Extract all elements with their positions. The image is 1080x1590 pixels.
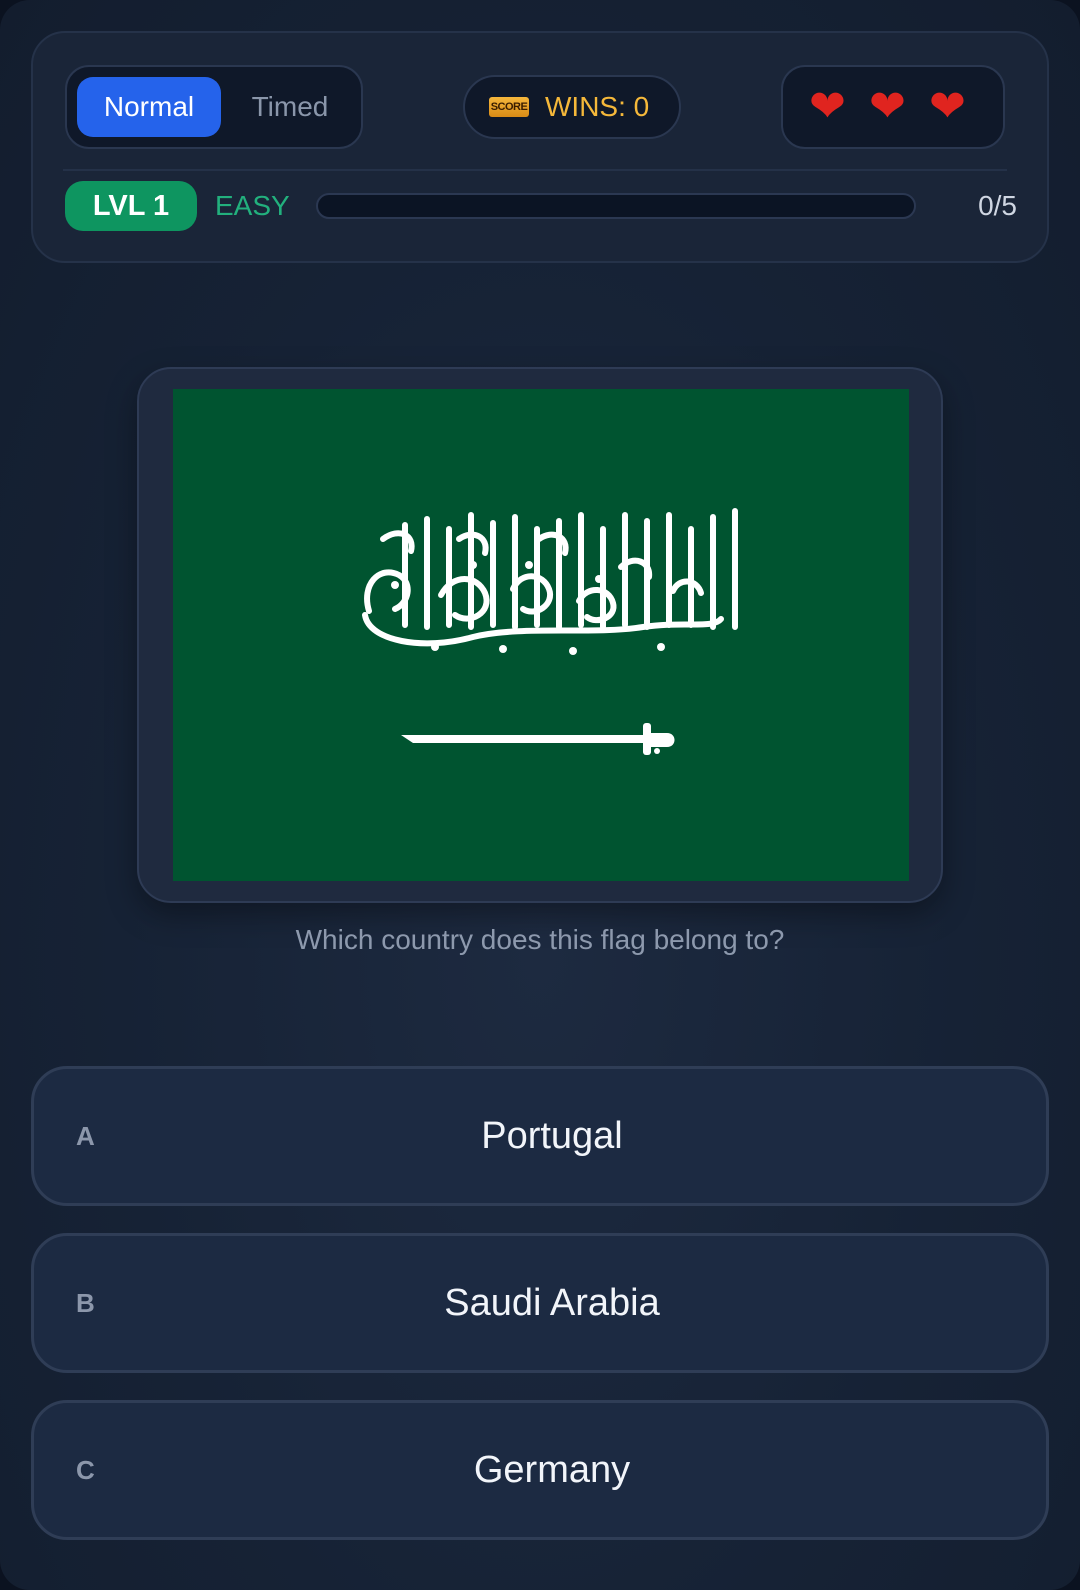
answer-text: Portugal bbox=[481, 1115, 623, 1157]
answer-option-a[interactable]: A Portugal bbox=[31, 1066, 1049, 1206]
level-badge: LVL 1 bbox=[65, 181, 197, 231]
heart-icon: ❤ bbox=[929, 82, 966, 131]
difficulty-label: EASY bbox=[215, 190, 290, 221]
answer-option-c[interactable]: C Germany bbox=[31, 1400, 1049, 1540]
mode-toggle: Normal Timed bbox=[65, 65, 363, 149]
heart-icon: ❤ bbox=[809, 82, 846, 131]
status-panel: Normal Timed SCORE WINS: 0 ❤ ❤ ❤ LVL 1 E… bbox=[31, 31, 1049, 263]
wins-counter: SCORE WINS: 0 bbox=[463, 75, 681, 139]
level-progress-bar bbox=[316, 193, 916, 219]
progress-count: 0/5 bbox=[978, 190, 1017, 221]
answer-option-b[interactable]: B Saudi Arabia bbox=[31, 1233, 1049, 1373]
question-prompt: Which country does this flag belong to? bbox=[295, 924, 785, 955]
answer-text: Saudi Arabia bbox=[444, 1282, 660, 1324]
saudi-arabia-flag bbox=[173, 389, 909, 881]
heart-icon: ❤ bbox=[869, 82, 906, 131]
lives-indicator: ❤ ❤ ❤ bbox=[781, 65, 1005, 149]
answer-text: Germany bbox=[473, 1449, 631, 1491]
wins-text: WINS: 0 bbox=[545, 91, 650, 122]
hud-divider bbox=[63, 169, 1007, 171]
timed-mode-button[interactable]: Timed bbox=[227, 77, 353, 137]
score-icon: SCORE bbox=[489, 97, 529, 117]
normal-mode-button[interactable]: Normal bbox=[77, 77, 221, 137]
quiz-app: Normal Timed SCORE WINS: 0 ❤ ❤ ❤ LVL 1 E… bbox=[0, 0, 1080, 1590]
flag-card bbox=[137, 367, 943, 903]
